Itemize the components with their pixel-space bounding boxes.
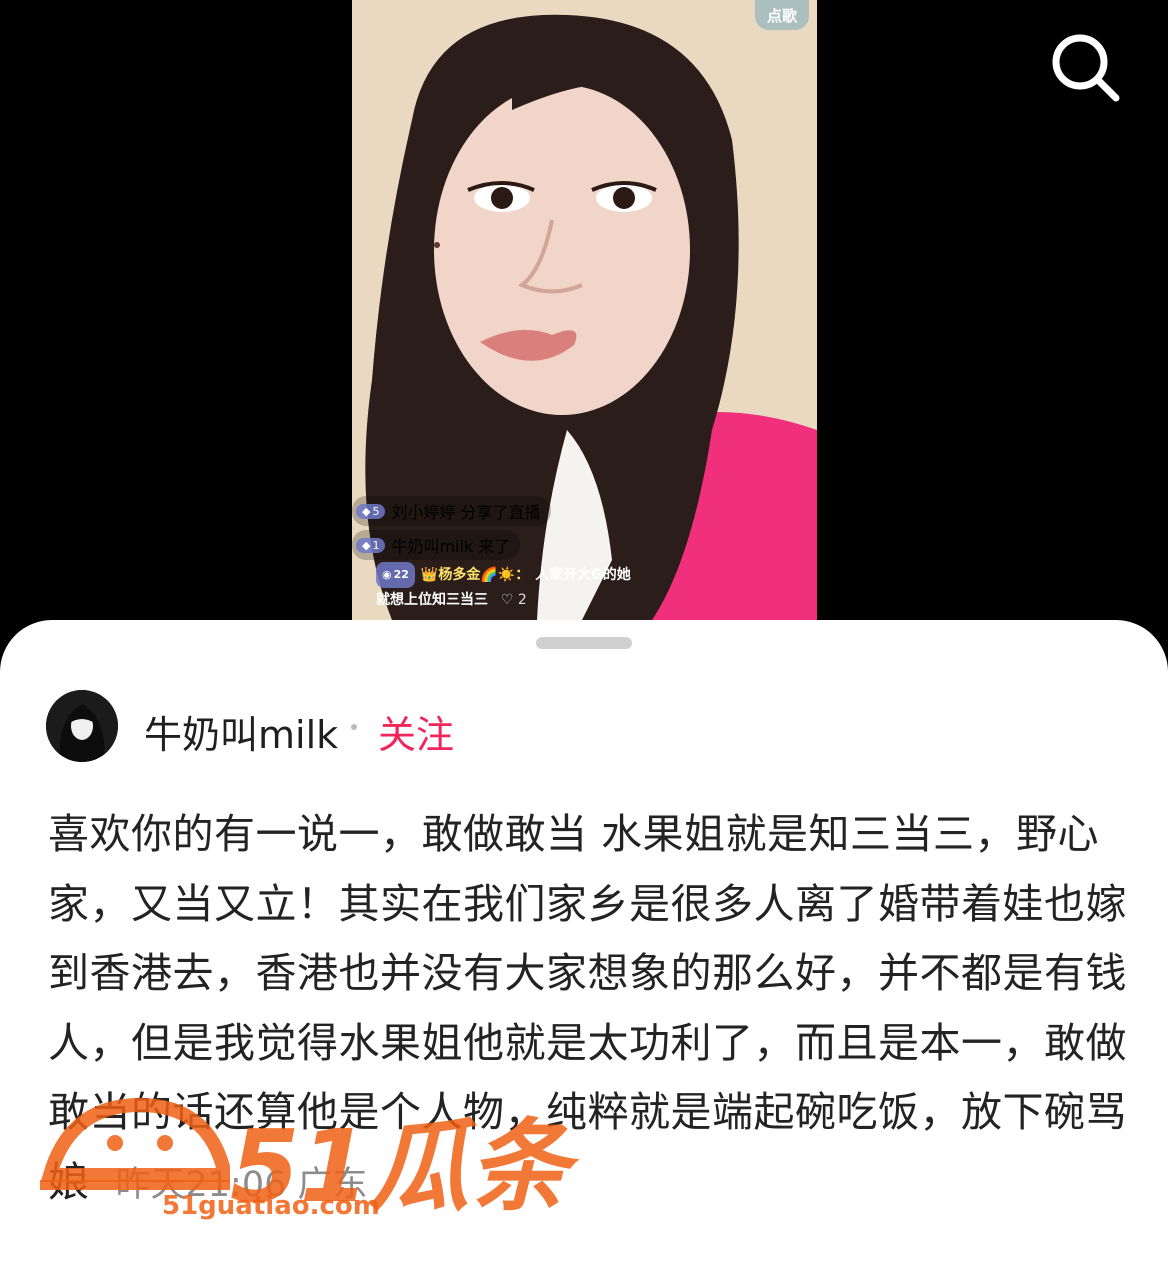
comment-time: 昨天21:06 [115,1164,287,1205]
live-video-frame[interactable]: 点歌 ◆ 5 刘小婷婷 分享了直播 ◆ 1 牛奶叫milk 来了 ◉ 22 👑杨… [352,0,817,620]
chat-text: 就想上位知三当三 [376,592,488,608]
avatar-image [46,690,118,762]
comment-sheet: 牛奶叫milk 关注 喜欢你的有一说一，敢做敢当 水果姐就是知三当三，野心家，又… [0,620,1168,1264]
separator-dot [351,724,357,730]
chat-text: 牛奶叫milk 来了 [391,537,511,556]
author-name[interactable]: 牛奶叫milk [144,704,338,759]
search-button[interactable] [1048,30,1122,104]
level-badge: ◉ 22 [376,562,415,588]
comment-body: 喜欢你的有一说一，敢做敢当 水果姐就是知三当三，野心家，又当又立！其实在我们家乡… [48,800,1128,1220]
streamer-portrait [352,0,817,620]
chat-text: 人家开大G的她 [535,567,631,583]
avatar[interactable] [46,690,118,762]
level-badge: ◆ 5 [356,503,386,519]
comment-location: 广东 [297,1164,368,1205]
comment-meta: 昨天21:06 广东 [116,1165,368,1205]
chat-user: 👑杨多金🌈☀️： [420,567,530,583]
video-area: 点歌 ◆ 5 刘小婷婷 分享了直播 ◆ 1 牛奶叫milk 来了 ◉ 22 👑杨… [0,0,1168,640]
level-badge: ◆ 1 [356,537,386,553]
comment-text: 喜欢你的有一说一，敢做敢当 水果姐就是知三当三，野心家，又当又立！其实在我们家乡… [48,810,1127,1206]
song-request-badge[interactable]: 点歌 [755,0,809,30]
chat-line-share: ◆ 5 刘小婷婷 分享了直播 [352,496,551,526]
chat-line-join: ◆ 1 牛奶叫milk 来了 [352,530,521,560]
chat-message: ◉ 22 👑杨多金🌈☀️： 人家开大G的她 就想上位知三当三 ♡ 2 [376,562,676,612]
follow-button[interactable]: 关注 [378,704,454,759]
like-count: ♡ 2 [500,592,527,608]
search-icon [1052,34,1120,102]
sheet-drag-handle[interactable] [536,637,632,649]
chat-text: 刘小婷婷 分享了直播 [391,503,541,522]
